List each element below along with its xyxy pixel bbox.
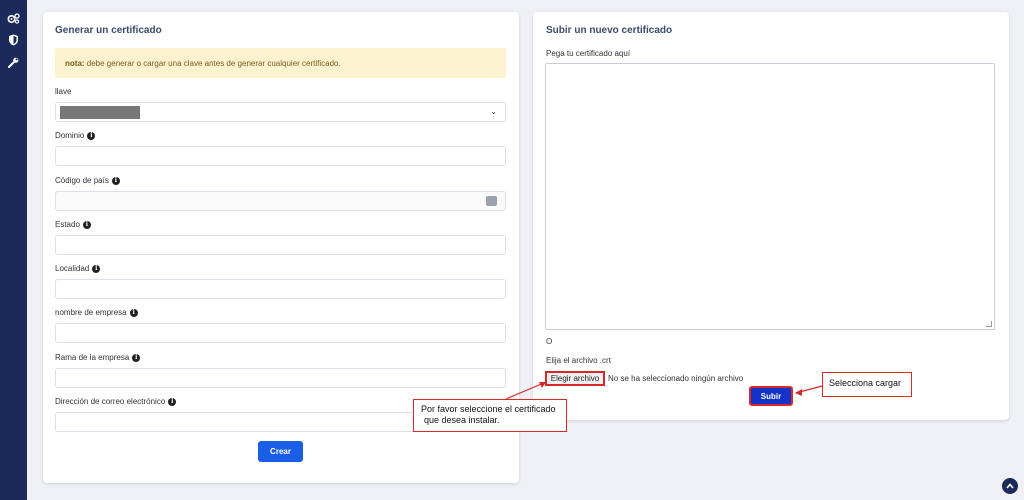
choose-file-button[interactable]: Elegir archivo bbox=[545, 371, 605, 386]
info-icon[interactable]: i bbox=[132, 353, 141, 362]
field-options-icon[interactable] bbox=[486, 196, 497, 206]
domain-label: Dominio i bbox=[55, 131, 96, 140]
email-label: Dirección de correo electrónico i bbox=[55, 397, 177, 406]
choose-file-callout-line-2: que desea instalar. bbox=[424, 415, 500, 425]
paste-certificate-label: Pega tu certificado aquí bbox=[546, 49, 631, 58]
note-label: nota: bbox=[65, 59, 85, 68]
note-text: debe generar o cargar una clave antes de… bbox=[84, 59, 341, 68]
chevron-down-icon: ⌄ bbox=[490, 107, 497, 116]
key-label-text: llave bbox=[55, 87, 72, 96]
company-name-input[interactable] bbox=[55, 323, 506, 343]
create-button[interactable]: Crear bbox=[258, 441, 303, 462]
company-name-label: nombre de empresa i bbox=[55, 308, 138, 317]
info-icon[interactable]: i bbox=[168, 397, 177, 406]
locality-input[interactable] bbox=[55, 279, 506, 299]
state-label: Estado i bbox=[55, 220, 91, 229]
locality-label: Localidad i bbox=[55, 264, 101, 273]
certificate-textarea[interactable] bbox=[545, 63, 995, 330]
choose-file-callout: Por favor seleccione el certificado que … bbox=[413, 399, 567, 432]
info-icon[interactable]: i bbox=[111, 176, 120, 185]
key-label: llave bbox=[55, 87, 71, 96]
company-branch-input[interactable] bbox=[55, 368, 506, 388]
country-code-label: Código de país i bbox=[55, 176, 120, 185]
company-name-label-text: nombre de empresa bbox=[55, 308, 127, 317]
choose-file-label: Elija el archivo .crt bbox=[546, 356, 611, 365]
domain-label-text: Dominio bbox=[55, 131, 85, 140]
info-icon[interactable]: i bbox=[92, 264, 101, 273]
state-input[interactable] bbox=[55, 235, 506, 255]
domain-input[interactable] bbox=[55, 146, 506, 166]
upload-button[interactable]: Subir bbox=[749, 386, 793, 406]
email-label-text: Dirección de correo electrónico bbox=[55, 397, 166, 406]
no-file-selected-text: No se ha seleccionado ningún archivo bbox=[608, 374, 744, 383]
info-icon[interactable]: i bbox=[87, 131, 96, 140]
or-separator: O bbox=[546, 337, 553, 346]
country-code-input[interactable] bbox=[55, 191, 506, 211]
chevron-up-icon bbox=[1006, 483, 1014, 489]
info-icon[interactable]: i bbox=[82, 220, 91, 229]
country-code-label-text: Código de país bbox=[55, 176, 109, 185]
sidebar bbox=[0, 0, 27, 500]
upload-certificate-card: Subir un nuevo certificado Pega tu certi… bbox=[533, 12, 1009, 420]
key-select-value bbox=[60, 106, 140, 119]
company-branch-label: Rama de la empresa i bbox=[55, 353, 141, 362]
wrench-icon[interactable] bbox=[5, 54, 21, 70]
upload-callout: Selecciona cargar bbox=[822, 372, 912, 397]
generate-card-title: Generar un certificado bbox=[55, 25, 162, 36]
key-warning-note: nota: debe generar o cargar una clave an… bbox=[55, 48, 506, 78]
gears-icon[interactable] bbox=[5, 10, 21, 26]
shield-icon[interactable] bbox=[5, 32, 21, 48]
choose-file-callout-line-1: Por favor seleccione el certificado bbox=[421, 404, 556, 414]
upload-card-title: Subir un nuevo certificado bbox=[546, 25, 673, 36]
resize-handle-icon[interactable] bbox=[986, 321, 992, 327]
info-icon[interactable]: i bbox=[129, 308, 138, 317]
key-select[interactable]: ⌄ bbox=[55, 102, 506, 122]
locality-label-text: Localidad bbox=[55, 264, 90, 273]
scroll-to-top-button[interactable] bbox=[1002, 478, 1018, 494]
state-label-text: Estado bbox=[55, 220, 80, 229]
company-branch-label-text: Rama de la empresa bbox=[55, 353, 130, 362]
